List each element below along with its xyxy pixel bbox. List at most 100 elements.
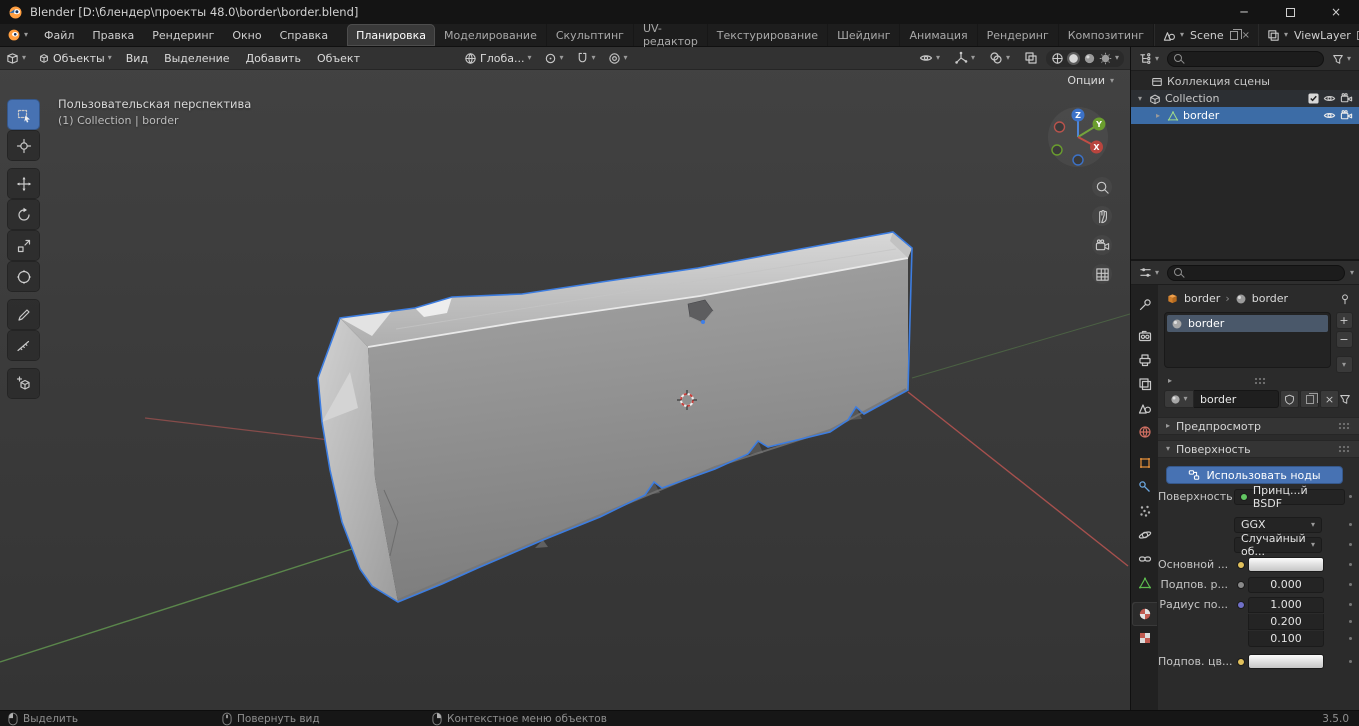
section-grip[interactable]	[1338, 445, 1351, 453]
decorator-dot[interactable]	[1345, 583, 1355, 586]
material-slot-item[interactable]: border	[1167, 315, 1328, 332]
remove-material-slot-button[interactable]: −	[1335, 331, 1353, 348]
distribution-select[interactable]: GGX ▾	[1234, 516, 1322, 533]
decorator-dot[interactable]	[1345, 495, 1355, 498]
menu-select[interactable]: Выделение	[156, 47, 238, 69]
decorator-dot[interactable]	[1345, 563, 1355, 566]
tab-modifier-properties[interactable]	[1132, 475, 1157, 499]
menu-help[interactable]: Справка	[271, 24, 337, 46]
menu-view[interactable]: Вид	[118, 47, 156, 69]
viewlayer-selector[interactable]: ▾ ViewLayer ×	[1257, 24, 1359, 46]
decorator-dot[interactable]	[1345, 637, 1355, 640]
tab-texture-properties[interactable]	[1132, 626, 1157, 650]
select-box-tool[interactable]	[8, 100, 39, 129]
tab-material-properties[interactable]	[1132, 602, 1157, 626]
subsurface-method-select[interactable]: Случайный об... ▾	[1234, 532, 1322, 558]
workspace-tab-layout[interactable]: Планировка	[347, 24, 436, 46]
gizmo-y-negative[interactable]	[1051, 144, 1063, 156]
measure-tool[interactable]	[8, 331, 39, 360]
menu-window[interactable]: Окно	[223, 24, 270, 46]
transform-tool[interactable]	[8, 262, 39, 291]
subsurface-color-swatch[interactable]	[1248, 654, 1324, 669]
solid-shading-icon[interactable]	[1066, 51, 1080, 65]
breadcrumb-object-name[interactable]: border	[1184, 292, 1220, 305]
pin-icon[interactable]	[1339, 293, 1351, 305]
visibility-dropdown[interactable]: ▾	[913, 51, 946, 65]
collection-checkbox[interactable]	[1308, 93, 1319, 104]
tab-scene-properties[interactable]	[1132, 396, 1157, 420]
outliner-editor-type-button[interactable]: ▾	[1136, 51, 1162, 66]
workspace-tab-animation[interactable]: Анимация	[900, 24, 978, 46]
outliner-filter-button[interactable]: ▾	[1329, 52, 1354, 66]
minimize-button[interactable]: ─	[1221, 0, 1267, 24]
menu-render[interactable]: Рендеринг	[143, 24, 223, 46]
tab-tool-properties[interactable]	[1132, 293, 1157, 317]
material-slot-list[interactable]: border	[1164, 312, 1331, 368]
outliner-row-border[interactable]: ▸ border	[1131, 107, 1359, 124]
menu-edit[interactable]: Правка	[83, 24, 143, 46]
pivot-point-select[interactable]: ▾	[538, 52, 570, 65]
snap-toggle[interactable]: ▾	[570, 52, 602, 65]
workspace-tab-modeling[interactable]: Моделирование	[435, 24, 547, 46]
editor-type-button[interactable]: ▾	[0, 47, 32, 69]
options-dropdown[interactable]: Опции ▾	[1067, 74, 1114, 87]
object-border[interactable]	[317, 231, 913, 603]
rendered-shading-icon[interactable]	[1099, 52, 1112, 65]
zoom-button[interactable]	[1092, 177, 1112, 197]
workspace-tab-sculpting[interactable]: Скульптинг	[547, 24, 634, 46]
subsurface-value-field[interactable]: 0.000	[1248, 576, 1324, 593]
radius-z-field[interactable]: 0.100	[1248, 630, 1324, 647]
properties-options-caret[interactable]: ▾	[1350, 268, 1354, 277]
cursor-tool[interactable]	[8, 131, 39, 160]
slot-specials-button[interactable]: ▾	[1335, 356, 1353, 373]
blender-menu-button[interactable]: ▾	[0, 24, 35, 46]
outliner-search-input[interactable]	[1167, 50, 1324, 67]
xray-toggle[interactable]	[1018, 51, 1044, 65]
workspace-tab-uv[interactable]: UV-редактор	[634, 22, 708, 48]
radius-x-field[interactable]: 1.000	[1248, 596, 1324, 613]
tab-output-properties[interactable]	[1132, 348, 1157, 372]
workspace-tab-compositing[interactable]: Композитинг	[1059, 24, 1155, 46]
properties-search-input[interactable]	[1167, 264, 1345, 281]
resize-grip[interactable]	[1254, 377, 1267, 385]
scale-tool[interactable]	[8, 231, 39, 260]
decorator-dot[interactable]	[1345, 660, 1355, 663]
add-cube-tool[interactable]	[8, 369, 39, 398]
breadcrumb-material-name[interactable]: border	[1252, 292, 1288, 305]
properties-editor-type-button[interactable]: ▾	[1136, 265, 1162, 280]
gizmo-z-negative[interactable]	[1072, 154, 1084, 166]
workspace-tab-shading[interactable]: Шейдинг	[828, 24, 901, 46]
decorator-dot[interactable]	[1345, 523, 1355, 526]
tab-world-properties[interactable]	[1132, 420, 1157, 444]
tab-physics-properties[interactable]	[1132, 523, 1157, 547]
unlink-scene-button[interactable]: ×	[1242, 30, 1250, 41]
browse-material-button[interactable]: ▾	[1164, 390, 1194, 408]
tab-render-properties[interactable]	[1132, 324, 1157, 348]
ortho-toggle-button[interactable]	[1092, 264, 1112, 284]
decorator-dot[interactable]	[1345, 603, 1355, 606]
tab-viewlayer-properties[interactable]	[1132, 372, 1157, 396]
wireframe-shading-icon[interactable]	[1051, 52, 1064, 65]
navigation-gizmo[interactable]: Z Y X	[1046, 105, 1110, 169]
base-color-swatch[interactable]	[1248, 557, 1324, 572]
move-tool[interactable]	[8, 169, 39, 198]
hide-eye-icon[interactable]	[1323, 92, 1336, 105]
proportional-editing-toggle[interactable]: ▾	[602, 52, 634, 65]
scene-selector[interactable]: ▾ Scene ×	[1154, 24, 1258, 46]
new-material-button[interactable]	[1300, 390, 1319, 408]
material-shading-icon[interactable]	[1083, 52, 1096, 65]
tab-object-properties[interactable]	[1132, 451, 1157, 475]
orientation-select[interactable]: Глоба... ▾	[458, 52, 538, 65]
gizmos-dropdown[interactable]: ▾	[948, 51, 981, 65]
material-filter-button[interactable]	[1339, 393, 1353, 405]
render-camera-icon[interactable]	[1340, 92, 1353, 105]
radius-y-field[interactable]: 0.200	[1248, 613, 1324, 630]
menu-object[interactable]: Объект	[309, 47, 368, 69]
fake-user-button[interactable]	[1280, 390, 1299, 408]
menu-add[interactable]: Добавить	[238, 47, 309, 69]
tab-constraint-properties[interactable]	[1132, 547, 1157, 571]
surface-shader-field[interactable]: Принц...й BSDF	[1234, 484, 1345, 510]
tab-particle-properties[interactable]	[1132, 499, 1157, 523]
section-preview[interactable]: ▸ Предпросмотр	[1158, 417, 1359, 435]
tab-object-data-properties[interactable]	[1132, 571, 1157, 595]
